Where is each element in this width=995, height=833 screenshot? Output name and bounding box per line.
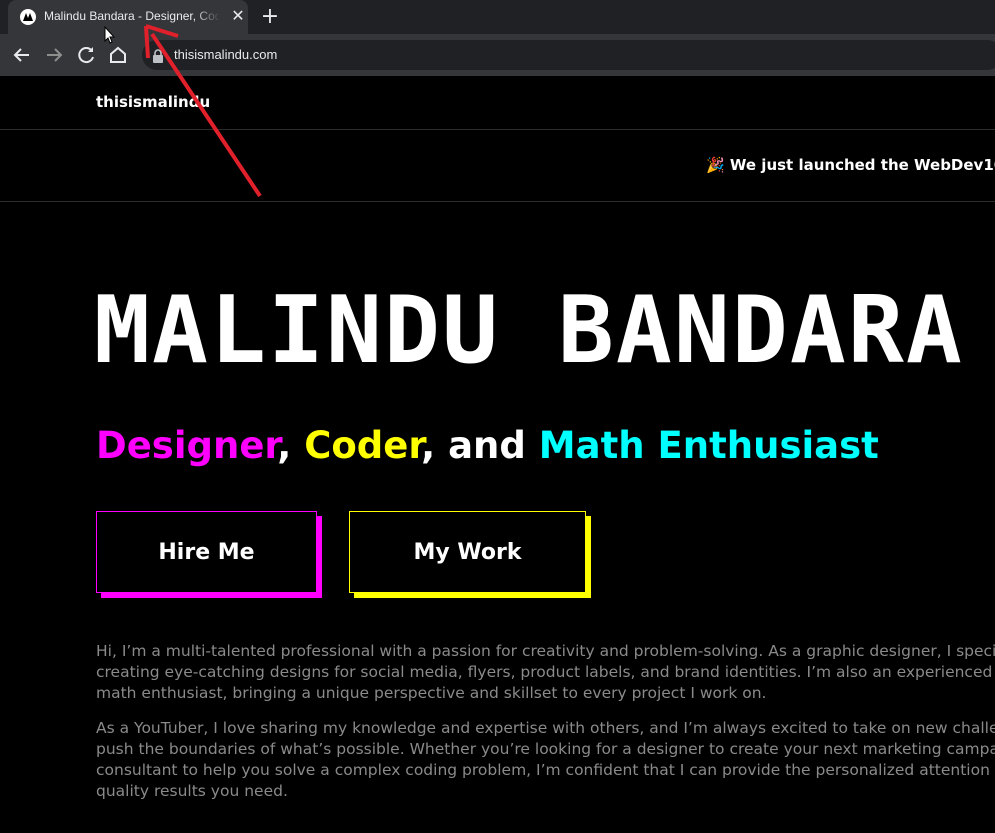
mouse-cursor-icon <box>104 26 116 44</box>
annotation-arrow-icon <box>144 24 262 198</box>
